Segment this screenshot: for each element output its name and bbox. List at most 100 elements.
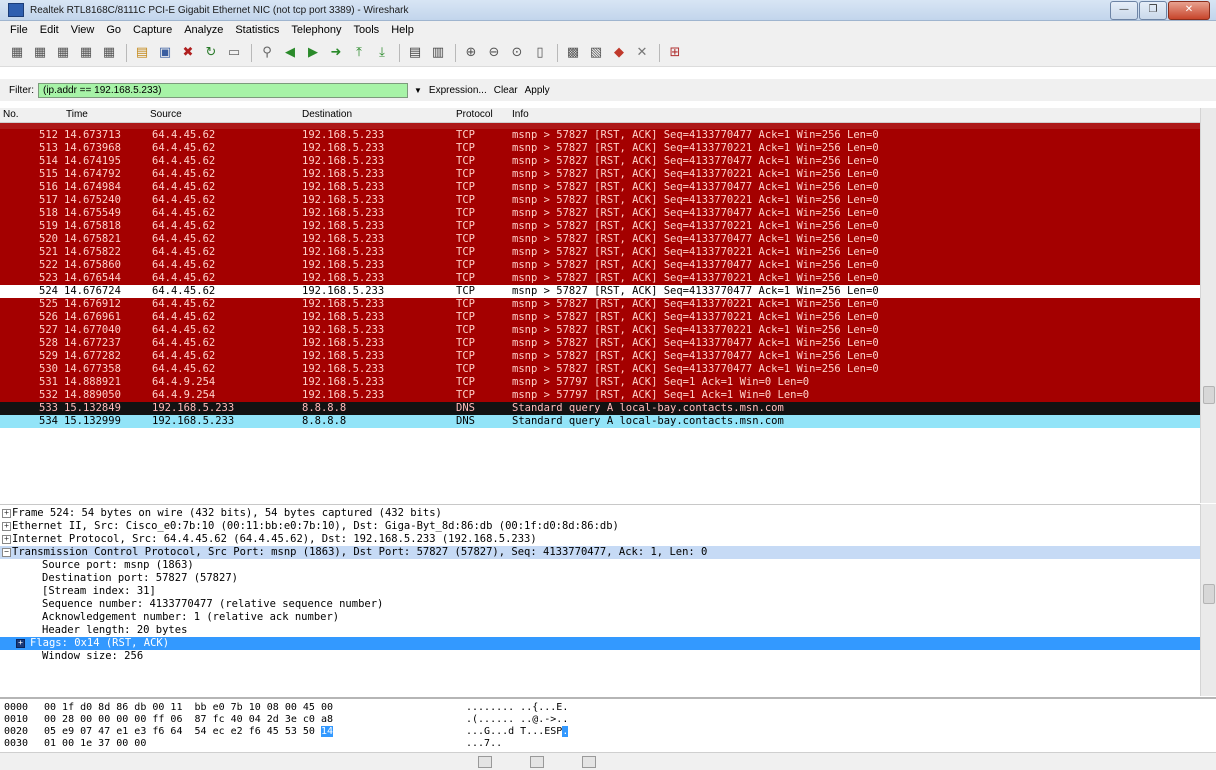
find-packet-icon[interactable]: ⚲	[258, 44, 276, 62]
packet-row[interactable]: 528 14.677237 64.4.45.62 192.168.5.233 TCP ms…	[0, 337, 1200, 350]
detail-tree-item[interactable]: + Frame 524: 54 bytes on wire (432 bits),…	[0, 507, 1200, 520]
apply-button[interactable]: Apply	[525, 85, 550, 96]
detail-tree-item[interactable]: Header length: 20 bytes	[0, 624, 1200, 637]
hex-ascii[interactable]: ...G...d T...ESP.	[466, 726, 569, 738]
expression-button[interactable]: Expression...	[429, 85, 487, 96]
detail-tree-item[interactable]: Sequence number: 4133770477 (relative se…	[0, 598, 1200, 611]
packet-row[interactable]: 512 14.673713 64.4.45.62 192.168.5.233 TCP ms…	[0, 129, 1200, 142]
detail-tree-item[interactable]: Source port: msnp (1863)	[0, 559, 1200, 572]
menu-file[interactable]: File	[0, 24, 34, 36]
detail-tree-item[interactable]: Window size: 256	[0, 650, 1200, 663]
help-icon[interactable]: ⊞	[666, 44, 684, 62]
colorize-icon[interactable]: ▤	[406, 44, 424, 62]
packet-row[interactable]: 519 14.675818 64.4.45.62 192.168.5.233 TCP ms…	[0, 220, 1200, 233]
packet-row[interactable]: 524 14.676724 64.4.45.62 192.168.5.233 TCP ms…	[0, 285, 1200, 298]
menu-statistics[interactable]: Statistics	[229, 24, 285, 36]
open-file-icon[interactable]: ▤	[133, 44, 151, 62]
maximize-button[interactable]: ❐	[1139, 1, 1167, 20]
detail-tree-item[interactable]: + Internet Protocol, Src: 64.4.45.62 (64.…	[0, 533, 1200, 546]
coloring-rules-icon[interactable]: ◆	[610, 44, 628, 62]
filter-dropdown-arrow-icon[interactable]: ▼	[414, 86, 422, 95]
preferences-icon[interactable]: ✕	[633, 44, 651, 62]
hex-bytes[interactable]: 00 1f d0 8d 86 db 00 11 bb e0 7b 10 08 0…	[44, 702, 333, 714]
capture-filters-icon[interactable]: ▩	[564, 44, 582, 62]
go-forward-icon[interactable]: ▶	[304, 44, 322, 62]
packet-row[interactable]: 513 14.673968 64.4.45.62 192.168.5.233 TCP ms…	[0, 142, 1200, 155]
column-header-time[interactable]: Time	[66, 109, 88, 120]
menu-analyze[interactable]: Analyze	[178, 24, 229, 36]
go-last-icon[interactable]: ⤓	[373, 44, 391, 62]
expand-icon[interactable]: +	[2, 522, 11, 531]
go-first-icon[interactable]: ⤒	[350, 44, 368, 62]
packet-row[interactable]: 526 14.676961 64.4.45.62 192.168.5.233 TCP ms…	[0, 311, 1200, 324]
detail-tree-item[interactable]: + Flags: 0x14 (RST, ACK)	[0, 637, 1200, 650]
interface-list-icon[interactable]: ▦	[8, 44, 26, 62]
packet-row[interactable]: 515 14.674792 64.4.45.62 192.168.5.233 TCP ms…	[0, 168, 1200, 181]
reload-icon[interactable]: ↻	[202, 44, 220, 62]
detail-tree-item[interactable]: + Ethernet II, Src: Cisco_e0:7b:10 (00:11…	[0, 520, 1200, 533]
details-scroll-thumb[interactable]	[1203, 584, 1215, 604]
expand-icon[interactable]: +	[16, 639, 25, 648]
packet-row[interactable]: 522 14.675860 64.4.45.62 192.168.5.233 TCP ms…	[0, 259, 1200, 272]
packet-row[interactable]: 533 15.132849 192.168.5.233 8.8.8.8 DNS Stand…	[0, 402, 1200, 415]
zoom-in-icon[interactable]: ⊕	[462, 44, 480, 62]
go-back-icon[interactable]: ◀	[281, 44, 299, 62]
packet-row[interactable]: 531 14.888921 64.4.9.254 192.168.5.233 TCP ms…	[0, 376, 1200, 389]
autoscroll-icon[interactable]: ▥	[429, 44, 447, 62]
packet-list-scrollbar[interactable]	[1200, 108, 1216, 503]
menu-go[interactable]: Go	[100, 24, 127, 36]
detail-tree-item[interactable]: [Stream index: 31]	[0, 585, 1200, 598]
packet-row[interactable]: 520 14.675821 64.4.45.62 192.168.5.233 TCP ms…	[0, 233, 1200, 246]
packet-row[interactable]: 532 14.889050 64.4.9.254 192.168.5.233 TCP ms…	[0, 389, 1200, 402]
clear-button[interactable]: Clear	[494, 85, 518, 96]
capture-options-icon[interactable]: ▦	[31, 44, 49, 62]
packet-row[interactable]: 529 14.677282 64.4.45.62 192.168.5.233 TCP ms…	[0, 350, 1200, 363]
packet-row[interactable]: 514 14.674195 64.4.45.62 192.168.5.233 TCP ms…	[0, 155, 1200, 168]
detail-tree-item[interactable]: Acknowledgement number: 1 (relative ack …	[0, 611, 1200, 624]
packet-row[interactable]: 523 14.676544 64.4.45.62 192.168.5.233 TCP ms…	[0, 272, 1200, 285]
print-icon[interactable]: ▭	[225, 44, 243, 62]
packet-row[interactable]: 516 14.674984 64.4.45.62 192.168.5.233 TCP ms…	[0, 181, 1200, 194]
menu-help[interactable]: Help	[385, 24, 420, 36]
detail-tree-item[interactable]: − Transmission Control Protocol, Src Port…	[0, 546, 1200, 559]
packet-row[interactable]: 527 14.677040 64.4.45.62 192.168.5.233 TCP ms…	[0, 324, 1200, 337]
resize-columns-icon[interactable]: ▯	[531, 44, 549, 62]
detail-tree-item[interactable]: Destination port: 57827 (57827)	[0, 572, 1200, 585]
hex-ascii[interactable]: ........ ..{...E.	[466, 702, 568, 714]
hex-ascii[interactable]: ...7..	[466, 738, 502, 750]
start-capture-icon[interactable]: ▦	[54, 44, 72, 62]
hex-bytes[interactable]: 05 e9 07 47 e1 e3 f6 64 54 ec e2 f6 45 5…	[44, 726, 333, 738]
zoom-out-icon[interactable]: ⊖	[485, 44, 503, 62]
save-file-icon[interactable]: ▣	[156, 44, 174, 62]
menu-tools[interactable]: Tools	[348, 24, 386, 36]
restart-capture-icon[interactable]: ▦	[100, 44, 118, 62]
column-header-protocol[interactable]: Protocol	[456, 109, 493, 120]
stop-capture-icon[interactable]: ▦	[77, 44, 95, 62]
go-to-packet-icon[interactable]: ➜	[327, 44, 345, 62]
collapse-icon[interactable]: −	[2, 548, 11, 557]
normal-size-icon[interactable]: ⊙	[508, 44, 526, 62]
menu-edit[interactable]: Edit	[34, 24, 65, 36]
column-header-info[interactable]: Info	[512, 109, 529, 120]
hex-bytes[interactable]: 00 28 00 00 00 00 ff 06 87 fc 40 04 2d 3…	[44, 714, 333, 726]
menu-capture[interactable]: Capture	[127, 24, 178, 36]
packet-row[interactable]: 530 14.677358 64.4.45.62 192.168.5.233 TCP ms…	[0, 363, 1200, 376]
packet-list-scroll-thumb[interactable]	[1203, 386, 1215, 404]
packet-row[interactable]: 525 14.676912 64.4.45.62 192.168.5.233 TCP ms…	[0, 298, 1200, 311]
details-scrollbar[interactable]	[1200, 504, 1216, 696]
display-filters-icon[interactable]: ▧	[587, 44, 605, 62]
hex-ascii[interactable]: .(...... ..@.->..	[466, 714, 568, 726]
column-header-destination[interactable]: Destination	[302, 109, 352, 120]
hex-bytes[interactable]: 01 00 1e 37 00 00	[44, 738, 146, 750]
packet-row[interactable]: 517 14.675240 64.4.45.62 192.168.5.233 TCP ms…	[0, 194, 1200, 207]
packet-row[interactable]: 534 15.132999 192.168.5.233 8.8.8.8 DNS Stand…	[0, 415, 1200, 428]
menu-telephony[interactable]: Telephony	[285, 24, 347, 36]
expand-icon[interactable]: +	[2, 509, 11, 518]
minimize-button[interactable]: —	[1110, 1, 1138, 20]
column-header-no[interactable]: No.	[3, 109, 19, 120]
close-file-icon[interactable]: ✖	[179, 44, 197, 62]
packet-row[interactable]: 518 14.675549 64.4.45.62 192.168.5.233 TCP ms…	[0, 207, 1200, 220]
column-header-source[interactable]: Source	[150, 109, 182, 120]
close-button[interactable]: ✕	[1168, 1, 1210, 20]
packet-row[interactable]: 521 14.675822 64.4.45.62 192.168.5.233 TCP ms…	[0, 246, 1200, 259]
